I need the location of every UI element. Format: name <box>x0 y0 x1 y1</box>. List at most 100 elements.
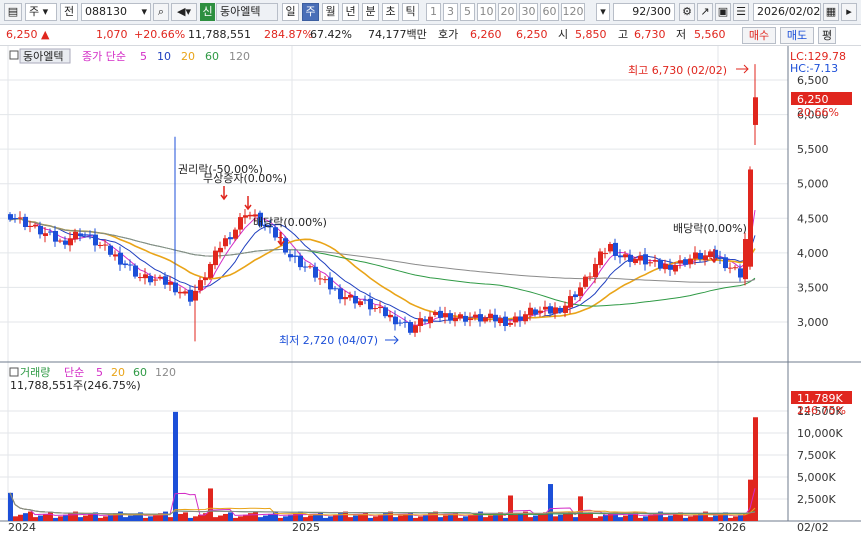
candle-body <box>698 252 703 260</box>
period-4[interactable]: 분 <box>362 3 379 21</box>
volume-bar <box>258 517 263 521</box>
volume-bar <box>278 517 283 521</box>
chevron-down-icon[interactable]: ▾ <box>596 3 610 21</box>
volume-bar <box>88 513 93 521</box>
period-5[interactable]: 초 <box>382 3 399 21</box>
period-3[interactable]: 년 <box>342 3 359 21</box>
volume-bar <box>38 515 43 521</box>
candle-body <box>203 277 208 281</box>
candle-body <box>668 264 673 270</box>
expand-icon[interactable]: ▸ <box>841 3 857 21</box>
settings-icon[interactable]: ⚙ <box>679 3 695 21</box>
volume-bar <box>243 514 248 521</box>
candle-body <box>608 244 613 252</box>
candle-body <box>28 225 33 227</box>
candle-body <box>398 322 403 324</box>
minute-opt-5[interactable]: 5 <box>460 3 475 21</box>
count-input[interactable]: 92/300 <box>613 3 675 21</box>
prev-button[interactable]: 전 <box>60 3 78 21</box>
eval-button[interactable]: 평 <box>818 27 836 44</box>
candle-body <box>283 238 288 253</box>
volume-bar <box>488 515 493 521</box>
save-icon[interactable]: ▣ <box>715 3 731 21</box>
candle-body <box>753 97 758 125</box>
candle-body <box>48 231 53 233</box>
volume-pct-tag: 246.75% <box>797 404 846 417</box>
period-0[interactable]: 일 <box>282 3 299 21</box>
candle-body <box>538 310 543 313</box>
candle-body <box>743 239 748 280</box>
volume-bar <box>398 515 403 521</box>
minute-opt-120[interactable]: 120 <box>561 3 585 21</box>
candle-body <box>363 299 368 301</box>
high-note: 최고 6,730 (02/02) <box>628 64 727 77</box>
minute-opt-20[interactable]: 20 <box>498 3 517 21</box>
volume-bar <box>503 517 508 521</box>
pct-tag: 20.66% <box>797 106 839 119</box>
candle-body <box>348 294 353 298</box>
candle-body <box>458 314 463 319</box>
candle-body <box>173 282 178 293</box>
volume-bar <box>168 517 173 521</box>
volume-bar <box>78 517 83 521</box>
period-6[interactable]: 틱 <box>402 3 419 21</box>
buy-button[interactable]: 매수 <box>742 27 776 44</box>
x-tick-label: 2026 <box>718 521 746 534</box>
volume-bar <box>223 513 228 521</box>
ma-legend-120: 120 <box>229 50 250 63</box>
candle-body <box>188 289 193 302</box>
volume-ratio: 284.87% <box>264 28 313 41</box>
change-pct: +20.66% <box>134 28 186 41</box>
candle-body <box>648 262 653 264</box>
y-tick-label: 5,000 <box>797 178 829 191</box>
period-2[interactable]: 월 <box>322 3 339 21</box>
minute-opt-60[interactable]: 60 <box>540 3 559 21</box>
menu-icon[interactable]: ▤ <box>4 3 22 21</box>
candle-body <box>443 313 448 318</box>
chart-icon[interactable]: ↗ <box>697 3 713 21</box>
candle-body <box>628 254 633 262</box>
candle-body <box>323 279 328 281</box>
minute-opt-3[interactable]: 3 <box>443 3 458 21</box>
y-tick-label: 6,500 <box>797 74 829 87</box>
list-icon[interactable]: ☰ <box>733 3 749 21</box>
candle-body <box>158 276 163 279</box>
search-icon[interactable]: ⌕ <box>153 3 169 21</box>
volume-bar <box>373 516 378 521</box>
candle-body <box>703 255 708 261</box>
calendar-icon[interactable]: ▦ <box>823 3 839 21</box>
hc-label: HC:-7.13 <box>790 62 838 75</box>
candle-body <box>568 296 573 308</box>
candle-body <box>708 251 713 258</box>
candle-body <box>83 234 88 236</box>
candle-body <box>653 260 658 262</box>
sound-icon[interactable]: ◀▾ <box>171 3 197 21</box>
stock-code-input[interactable]: 088130 ▾ <box>81 3 151 21</box>
candle-body <box>333 288 338 290</box>
minute-opt-1[interactable]: 1 <box>426 3 441 21</box>
candle-body <box>78 233 83 236</box>
minute-opt-10[interactable]: 10 <box>477 3 496 21</box>
minute-opt-30[interactable]: 30 <box>519 3 538 21</box>
volume-bar <box>638 517 643 521</box>
candle-body <box>138 277 143 279</box>
volume-y-tick-label: 10,000K <box>797 427 843 440</box>
period-1[interactable]: 주 <box>302 3 319 21</box>
volume-bar <box>683 517 688 521</box>
open-label: 시 <box>558 28 569 41</box>
candle-body <box>358 301 363 306</box>
date-input[interactable]: 2026/02/02 <box>753 3 821 21</box>
candle-body <box>383 307 388 317</box>
candle-body <box>583 276 588 287</box>
candle-body <box>63 240 68 245</box>
chart-area[interactable]: 6,5006,0005,5005,0004,5004,0003,5003,000… <box>0 46 861 539</box>
stock-type-select[interactable]: 주 ▾ <box>25 3 57 21</box>
candle-body <box>368 298 373 310</box>
candle-body <box>88 234 93 236</box>
low-value: 5,560 <box>694 28 726 41</box>
candle-body <box>288 254 293 258</box>
volume-bar <box>378 514 383 521</box>
sell-button[interactable]: 매도 <box>780 27 814 44</box>
candle-body <box>623 254 628 258</box>
candle-body <box>658 260 663 269</box>
